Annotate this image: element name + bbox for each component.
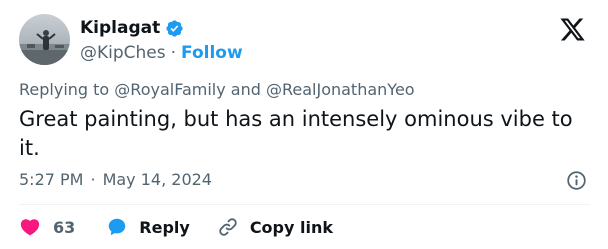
info-icon[interactable] [566, 170, 587, 191]
avatar[interactable] [19, 14, 70, 65]
follow-button[interactable]: Follow [181, 43, 243, 63]
heart-icon [20, 219, 40, 236]
reply-prefix: Replying to [19, 80, 110, 99]
mention-realjonathanyeo[interactable]: @RealJonathanYeo [266, 80, 415, 99]
reply-label: Reply [139, 217, 190, 237]
copy-link-button[interactable]: Copy link [217, 216, 333, 238]
tweet-timestamp[interactable]: 5:27 PM · May 14, 2024 [19, 170, 212, 189]
verified-badge-icon [165, 19, 184, 38]
avatar-image [19, 14, 70, 65]
tweet-time: 5:27 PM [19, 170, 84, 189]
reply-conjunction: and [230, 80, 261, 99]
separator-dot: · [90, 170, 96, 189]
like-button[interactable]: 63 [19, 216, 75, 238]
author-handle[interactable]: @KipChes [80, 43, 166, 63]
tweet-text: Great painting, but has an intensely omi… [19, 107, 573, 160]
reply-context: Replying to @RoyalFamily and @RealJonath… [19, 80, 415, 99]
author-info: Kiplagat @KipChes · Follow [80, 15, 243, 65]
tweet-card: Kiplagat @KipChes · Follow Replying to @… [0, 0, 608, 249]
link-icon [219, 218, 237, 236]
divider [19, 204, 590, 205]
x-logo-icon[interactable] [559, 16, 586, 43]
handle-row: @KipChes · Follow [80, 41, 243, 65]
mention-royalfamily[interactable]: @RoyalFamily [114, 80, 225, 99]
name-row: Kiplagat [80, 15, 243, 41]
reply-button[interactable]: Reply [106, 216, 190, 238]
tweet-date: May 14, 2024 [102, 170, 212, 189]
copy-link-label: Copy link [249, 217, 333, 237]
tweet-header: Kiplagat @KipChes · Follow [19, 14, 590, 70]
speech-bubble-icon [109, 218, 126, 236]
tweet-actions: 63 Reply Copy link [19, 214, 333, 240]
author-display-name[interactable]: Kiplagat [80, 18, 160, 38]
like-count: 63 [53, 217, 76, 237]
separator-dot: · [170, 43, 177, 63]
